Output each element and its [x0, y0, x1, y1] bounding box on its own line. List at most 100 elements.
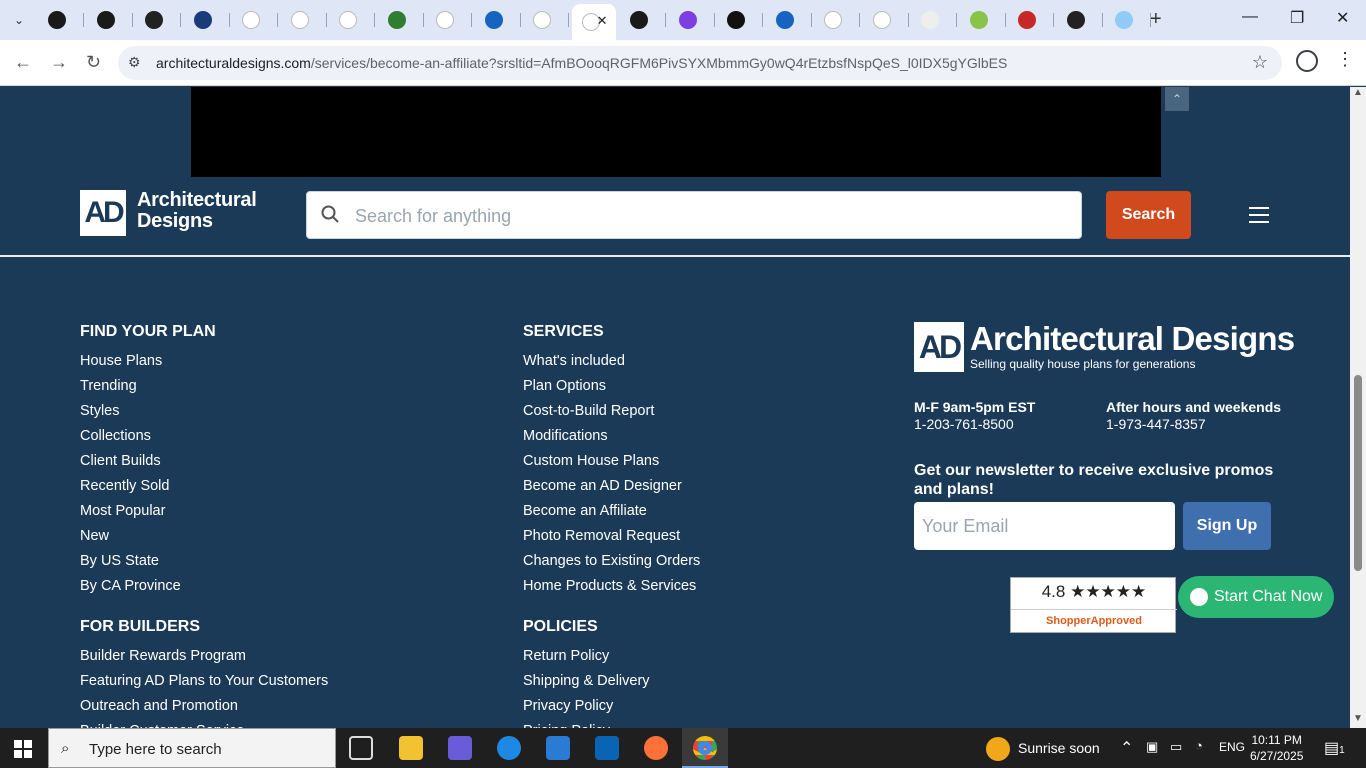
logo-mark[interactable]: AD	[80, 190, 126, 236]
browser-tab[interactable]	[669, 6, 715, 34]
url-text[interactable]: architecturaldesigns.com/services/become…	[156, 55, 1007, 71]
browser-tab[interactable]	[814, 6, 860, 34]
footer-link[interactable]: Shipping & Delivery	[523, 672, 650, 697]
close-tab-icon[interactable]: ✕	[597, 13, 608, 29]
footer-link[interactable]: Photo Removal Request	[523, 527, 700, 552]
footer-link[interactable]: House Plans	[80, 352, 181, 377]
scrollbar-thumb[interactable]	[1354, 375, 1362, 571]
footer-link[interactable]: Privacy Policy	[523, 697, 650, 722]
browser-tab[interactable]	[863, 6, 909, 34]
sign-up-button[interactable]: Sign Up	[1183, 502, 1271, 550]
hours-after-phone[interactable]: 1-973-447-8357	[1106, 416, 1281, 433]
footer-link[interactable]: Return Policy	[523, 647, 650, 672]
tab-search-button[interactable]: ⌄	[6, 8, 32, 32]
browser-tab[interactable]	[426, 6, 472, 34]
close-window-button[interactable]: ✕	[1336, 8, 1349, 28]
browser-tab[interactable]	[1057, 6, 1103, 34]
meet-icon[interactable]: ▣	[1146, 739, 1158, 755]
email-field[interactable]	[914, 502, 1175, 550]
browser-tab[interactable]	[766, 6, 812, 34]
shopper-approved-badge[interactable]: 4.8 ★★★★★ ShopperApproved	[1010, 577, 1177, 633]
footer-link[interactable]: Most Popular	[80, 502, 181, 527]
taskbar-search[interactable]: ⌕ Type here to search	[48, 728, 336, 768]
browser-tab[interactable]	[523, 6, 569, 34]
footer-link[interactable]: By CA Province	[80, 577, 181, 602]
footer-link[interactable]: Become an AD Designer	[523, 477, 700, 502]
footer-link[interactable]: Custom House Plans	[523, 452, 700, 477]
reload-icon[interactable]: ↻	[86, 52, 101, 73]
browser-tab[interactable]	[1008, 6, 1054, 34]
browser-tab[interactable]	[960, 6, 1006, 34]
language-indicator[interactable]: ENG	[1219, 740, 1245, 754]
notification-icon[interactable]: ▤1	[1324, 738, 1345, 758]
weather-text[interactable]: Sunrise soon	[1018, 740, 1100, 756]
footer-link[interactable]: Become an Affiliate	[523, 502, 700, 527]
footer-link[interactable]: Recently Sold	[80, 477, 181, 502]
tray-chevron-icon[interactable]: ⌃	[1120, 738, 1133, 758]
logo-text[interactable]: Architectural Designs	[137, 190, 257, 232]
browser-tab[interactable]	[281, 6, 327, 34]
store-icon[interactable]	[546, 736, 570, 760]
browser-tab[interactable]	[232, 6, 278, 34]
scroll-to-top-button[interactable]: ⌃	[1165, 87, 1189, 111]
browser-tab[interactable]	[87, 6, 133, 34]
edge-icon[interactable]	[497, 736, 521, 760]
search-input[interactable]	[355, 200, 1055, 232]
chrome-taskbar-button[interactable]	[682, 728, 728, 768]
video-player[interactable]	[191, 87, 1161, 177]
footer-link[interactable]: Builder Rewards Program	[80, 647, 328, 672]
back-icon[interactable]: ←	[14, 52, 32, 73]
hours-weekday-phone[interactable]: 1-203-761-8500	[914, 416, 1035, 433]
address-bar[interactable]: ⚙ architecturaldesigns.com/services/beco…	[118, 46, 1282, 80]
footer-link[interactable]: New	[80, 527, 181, 552]
browser-tab[interactable]	[620, 6, 666, 34]
profile-icon[interactable]	[1296, 50, 1318, 72]
browser-tab[interactable]: ✕	[571, 4, 616, 40]
new-tab-button[interactable]: +	[1150, 8, 1162, 31]
browser-tab[interactable]	[184, 6, 230, 34]
browser-tab[interactable]	[475, 6, 521, 34]
footer-link[interactable]: Modifications	[523, 427, 700, 452]
scroll-down-icon[interactable]: ▼	[1353, 713, 1363, 724]
footer-link[interactable]: Cost-to-Build Report	[523, 402, 700, 427]
browser-tab[interactable]	[329, 6, 375, 34]
site-info-icon[interactable]: ⚙	[128, 54, 141, 71]
browser-tab[interactable]	[38, 6, 84, 34]
footer-link[interactable]: Outreach and Promotion	[80, 697, 328, 722]
clock[interactable]: 10:11 PM 6/27/2025	[1250, 732, 1303, 764]
browser-tab[interactable]	[717, 6, 763, 34]
footer-link[interactable]: Plan Options	[523, 377, 700, 402]
footer-link[interactable]: Changes to Existing Orders	[523, 552, 700, 577]
footer-link[interactable]: What's included	[523, 352, 700, 377]
browser-tab[interactable]	[135, 6, 181, 34]
page-scrollbar[interactable]: ▲ ▼	[1350, 87, 1366, 728]
task-view-icon[interactable]	[349, 736, 373, 760]
file-explorer-icon[interactable]	[399, 736, 423, 760]
wifi-icon[interactable]: ◔	[1195, 738, 1203, 753]
footer-link[interactable]: Home Products & Services	[523, 577, 700, 602]
windows-start-icon[interactable]	[14, 740, 32, 758]
footer-link[interactable]: Featuring AD Plans to Your Customers	[80, 672, 328, 697]
footer-link[interactable]: Client Builds	[80, 452, 181, 477]
bookmark-star-icon[interactable]: ☆	[1252, 52, 1268, 73]
footer-link[interactable]: Styles	[80, 402, 181, 427]
browser-tab[interactable]	[1105, 6, 1151, 34]
start-chat-button[interactable]: Start Chat Now	[1178, 576, 1334, 618]
browser-tab[interactable]	[378, 6, 424, 34]
browser-menu-icon[interactable]: ⋮	[1336, 49, 1354, 70]
outlook-icon[interactable]	[595, 736, 619, 760]
footer-link[interactable]: Trending	[80, 377, 181, 402]
search-button[interactable]: Search	[1106, 191, 1191, 239]
hamburger-menu-icon[interactable]	[1249, 207, 1269, 223]
copilot-icon[interactable]	[448, 736, 472, 760]
forward-icon[interactable]: →	[50, 52, 68, 73]
p-icon	[678, 11, 697, 29]
scroll-up-icon[interactable]: ▲	[1353, 87, 1363, 98]
browser-tab[interactable]	[911, 6, 957, 34]
firefox-icon[interactable]	[644, 736, 668, 760]
maximize-button[interactable]: ❐	[1290, 8, 1304, 28]
footer-link[interactable]: By US State	[80, 552, 181, 577]
battery-icon[interactable]: ▭	[1170, 739, 1182, 755]
footer-link[interactable]: Collections	[80, 427, 181, 452]
minimize-button[interactable]: —	[1242, 8, 1258, 26]
